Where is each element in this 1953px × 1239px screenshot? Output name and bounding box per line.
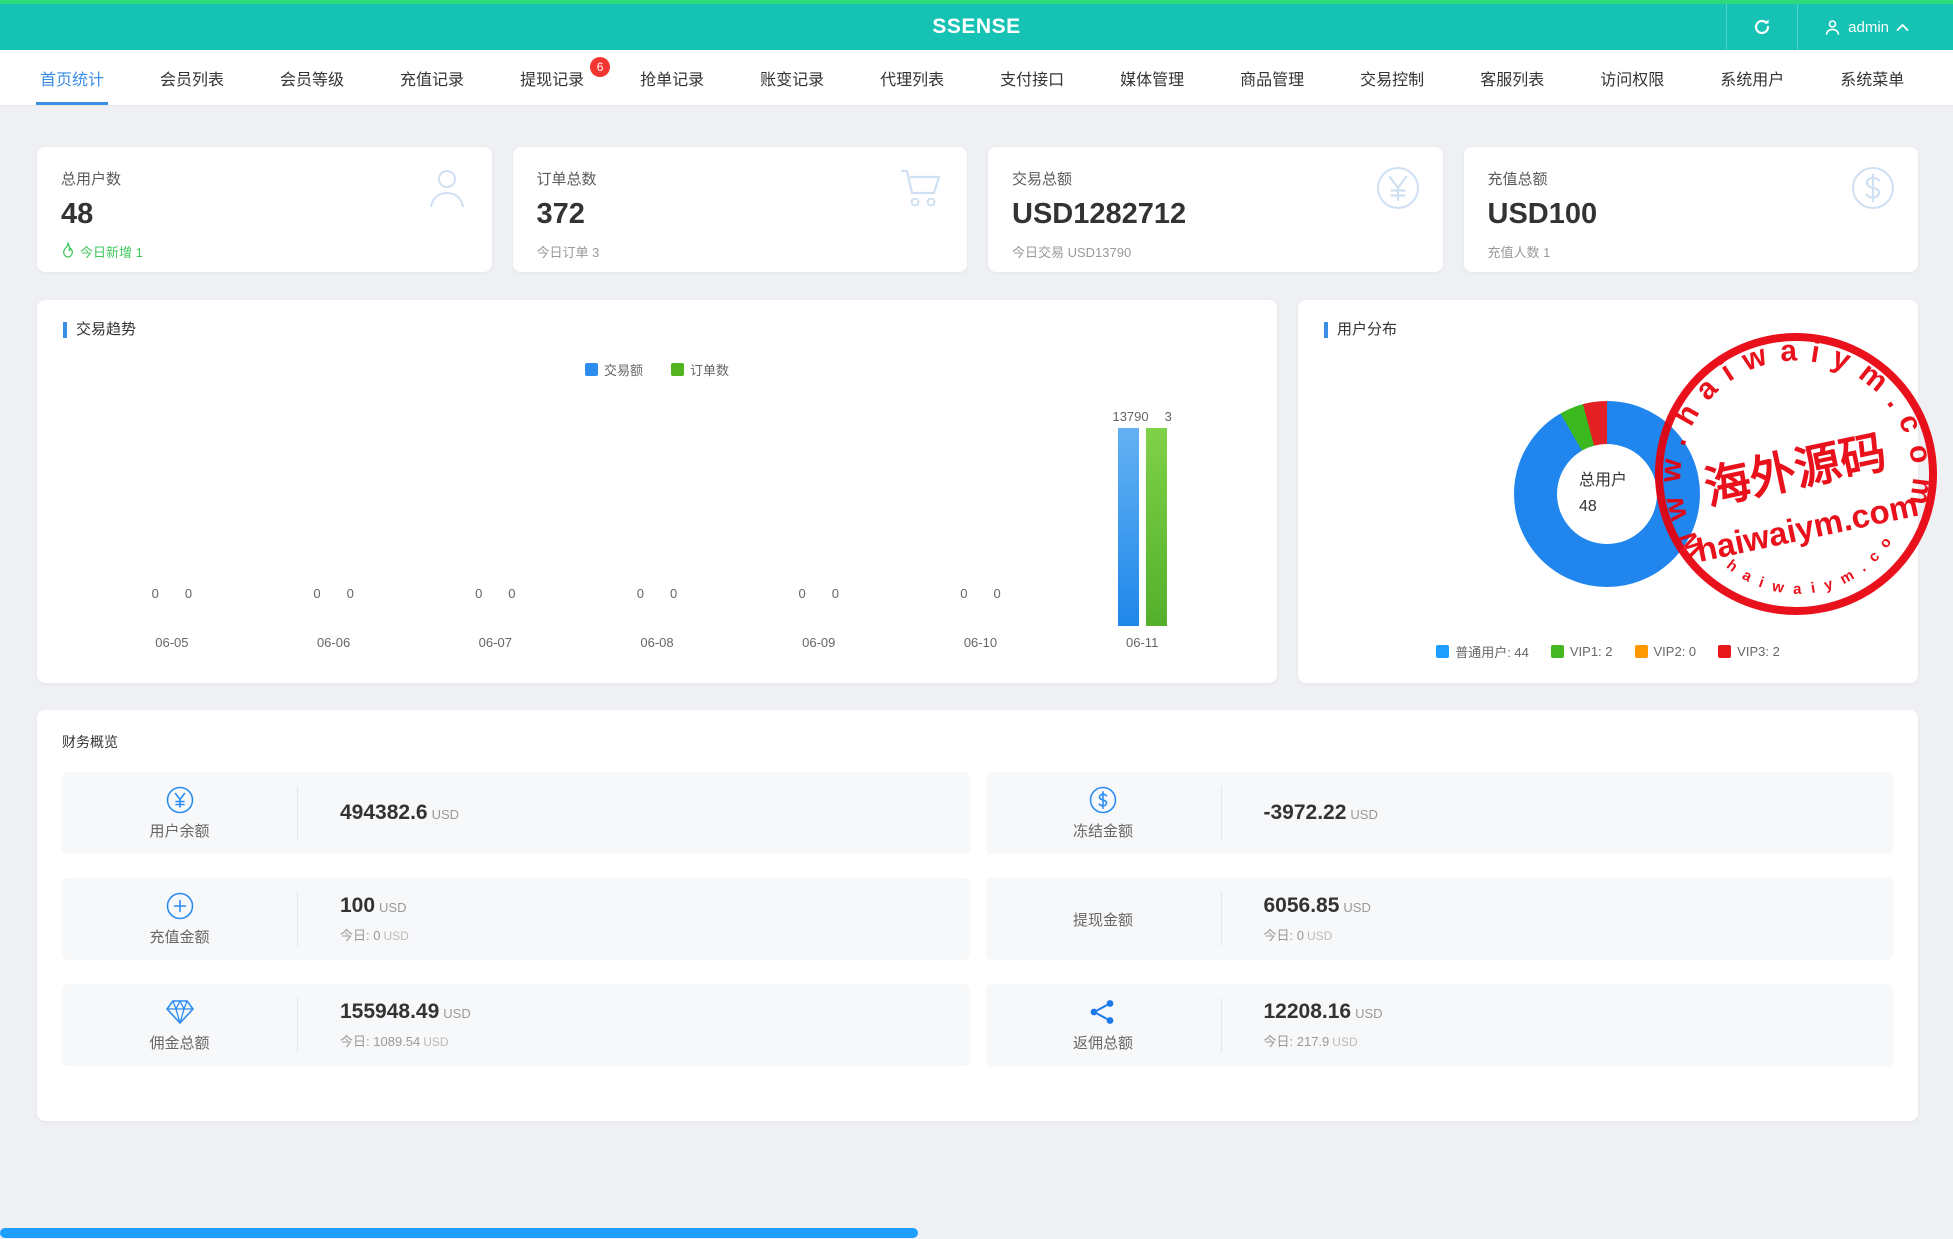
finance-item-commission-total: 佣金总额 155948.49USD 今日: 1089.54USD [62,984,970,1066]
user-icon [424,165,470,216]
tab-member-list[interactable]: 会员列表 [132,50,252,105]
finance-item-rebate-total: 返佣总额 12208.16USD 今日: 217.9USD [986,984,1894,1066]
total-recharge-value: USD100 [1488,198,1895,231]
trend-legend: 交易额 订单数 [63,360,1251,379]
dollar-icon [1850,165,1896,216]
finance-item-recharge-amount: 充值金额 100USD 今日: 0USD [62,878,970,960]
legend-item-vip1[interactable]: VIP1: 2 [1551,642,1613,661]
finance-overview-card: 财务概览 用户余额 494382.6USD 冻结金额 [37,710,1918,1121]
tab-system-menu[interactable]: 系统菜单 [1812,50,1932,105]
stat-card-total-recharge: 充值总额 USD100 充值人数 1 [1464,147,1919,272]
legend-swatch-green [671,363,684,376]
finance-item-withdraw-amount: 提现金额 6056.85USD 今日: 0USD [986,878,1894,960]
flame-icon [61,242,75,261]
finance-item-frozen-amount: 冻结金额 -3972.22USD [986,772,1894,854]
tab-home-stats[interactable]: 首页统计 [12,50,132,105]
tab-trade-control[interactable]: 交易控制 [1332,50,1452,105]
legend-item-vip3[interactable]: VIP3: 2 [1718,642,1780,661]
refresh-icon [1753,18,1771,36]
stat-card-total-orders: 订单总数 372 今日订单 3 [513,147,968,272]
stat-cards-row: 总用户数 48 今日新增 1 订单总数 372 今日订单 3 交易总额 USD1… [37,147,1918,272]
tab-access-permission[interactable]: 访问权限 [1572,50,1692,105]
tab-balance-change-records[interactable]: 账变记录 [732,50,852,105]
legend-swatch-red [1718,645,1731,658]
bar-trade-amount [1118,428,1139,626]
legend-item-vip2[interactable]: VIP2: 0 [1635,642,1697,661]
diamond-icon [165,998,195,1026]
user-menu[interactable]: admin [1798,4,1935,50]
tab-payment-api[interactable]: 支付接口 [972,50,1092,105]
finance-grid: 用户余额 494382.6USD 冻结金额 -3972.22USD [62,772,1893,1066]
bar-chart-plot: 00 06-05 00 06-06 00 06-07 00 06-08 00 0… [63,383,1251,651]
tab-product-management[interactable]: 商品管理 [1212,50,1332,105]
tab-order-grab-records[interactable]: 抢单记录 [612,50,732,105]
chart-column: 00 06-08 [576,383,738,651]
trend-chart-title: 交易趋势 [63,322,1251,338]
tab-withdraw-records[interactable]: 提现记录6 [492,50,612,105]
tab-system-users[interactable]: 系统用户 [1692,50,1812,105]
tab-service-list[interactable]: 客服列表 [1452,50,1572,105]
donut-chart-title: 用户分布 [1324,322,1892,338]
app-title: SSENSE [0,4,1953,50]
legend-item-order-count[interactable]: 订单数 [671,360,729,379]
chart-column: 00 06-06 [253,383,415,651]
legend-swatch-blue [1436,645,1449,658]
legend-item-normal-users[interactable]: 普通用户: 44 [1436,642,1529,661]
main-nav: 首页统计 会员列表 会员等级 充值记录 提现记录6 抢单记录 账变记录 代理列表… [0,50,1953,106]
bar-order-count [1146,428,1167,626]
total-orders-value: 372 [537,198,944,231]
donut-center-label: 总用户 48 [1557,444,1657,544]
bar-group-06-11 [1118,428,1167,626]
chart-column: 137903 06-11 [1061,383,1223,651]
cart-icon [897,165,945,216]
tab-agent-list[interactable]: 代理列表 [852,50,972,105]
finance-overview-title: 财务概览 [62,732,1893,752]
finance-item-user-balance: 用户余额 494382.6USD [62,772,970,854]
yen-circle-icon [166,786,194,814]
refresh-button[interactable] [1727,4,1797,50]
donut-legend: 普通用户: 44 VIP1: 2 VIP2: 0 VIP3: 2 [1298,642,1918,661]
trend-chart-card: 交易趋势 交易额 订单数 00 06-05 00 06-06 00 06-07 … [37,300,1277,683]
donut-chart: 总用户 48 [1514,401,1700,587]
person-icon [1824,19,1841,36]
stat-card-total-trade: 交易总额 USD1282712 今日交易 USD13790 [988,147,1443,272]
legend-swatch-orange [1635,645,1648,658]
tab-recharge-records[interactable]: 充值记录 [372,50,492,105]
chart-column: 00 06-07 [414,383,576,651]
chart-column: 00 06-05 [91,383,253,651]
total-trade-value: USD1282712 [1012,198,1419,231]
dollar-circle-icon [1089,786,1117,814]
chart-column: 00 06-10 [900,383,1062,651]
plus-circle-icon [166,892,194,920]
scrollbar-thumb[interactable] [0,1228,918,1238]
tab-media-management[interactable]: 媒体管理 [1092,50,1212,105]
legend-item-trade-amount[interactable]: 交易额 [585,360,643,379]
legend-swatch-green [1551,645,1564,658]
chart-column: 00 06-09 [738,383,900,651]
legend-swatch-blue [585,363,598,376]
yen-icon [1375,165,1421,216]
notification-badge: 6 [590,57,610,77]
stat-card-total-users: 总用户数 48 今日新增 1 [37,147,492,272]
share-icon [1089,998,1117,1026]
chevron-up-icon [1896,23,1909,32]
username: admin [1848,19,1889,36]
horizontal-scrollbar [0,1227,1953,1239]
tab-member-level[interactable]: 会员等级 [252,50,372,105]
total-users-value: 48 [61,198,468,231]
app-header: SSENSE admin [0,4,1953,50]
user-distribution-card: 用户分布 总用户 48 普通用户: 44 VIP1: 2 VIP2: 0 VIP… [1298,300,1918,683]
